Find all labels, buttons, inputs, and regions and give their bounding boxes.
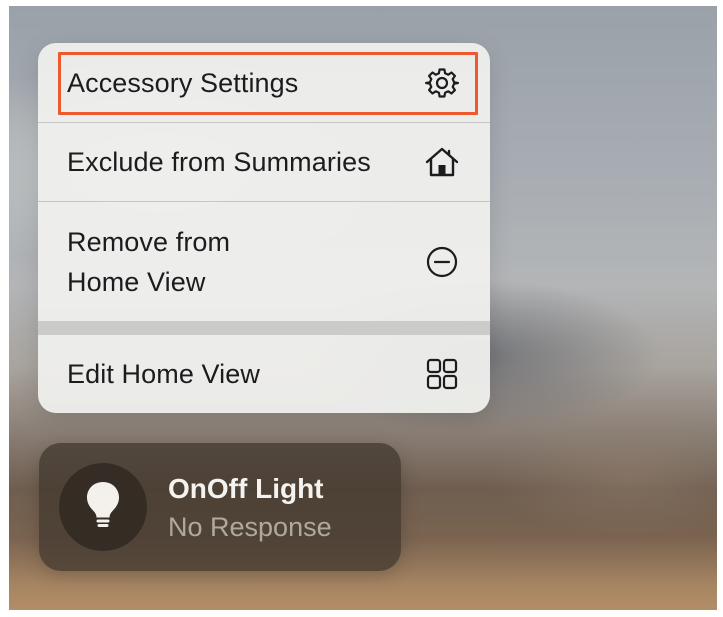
gear-icon — [424, 65, 460, 101]
menu-item-label: Edit Home View — [67, 359, 260, 389]
menu-item-label: Exclude from Summaries — [67, 147, 371, 177]
accessory-tile[interactable]: OnOff Light No Response — [39, 443, 401, 571]
menu-item-label: Accessory Settings — [67, 67, 299, 98]
accessory-icon-circle — [59, 463, 147, 551]
context-menu: Accessory Settings Exclude from Summarie… — [38, 43, 490, 413]
grid-icon — [424, 356, 460, 392]
minus-circle-icon — [424, 244, 460, 280]
menu-group-divider — [38, 321, 490, 335]
menu-item-remove-from-home-view[interactable]: Remove from Home View — [38, 202, 490, 321]
blurred-background: Accessory Settings Exclude from Summarie… — [9, 6, 717, 610]
menu-item-accessory-settings[interactable]: Accessory Settings — [38, 43, 490, 122]
house-icon — [424, 144, 460, 180]
menu-item-edit-home-view[interactable]: Edit Home View — [38, 335, 490, 413]
menu-item-exclude-from-summaries[interactable]: Exclude from Summaries — [38, 123, 490, 201]
lightbulb-icon — [85, 480, 121, 535]
menu-item-label: Remove from Home View — [67, 226, 231, 297]
accessory-name: OnOff Light — [168, 473, 324, 504]
accessory-status: No Response — [168, 512, 332, 542]
